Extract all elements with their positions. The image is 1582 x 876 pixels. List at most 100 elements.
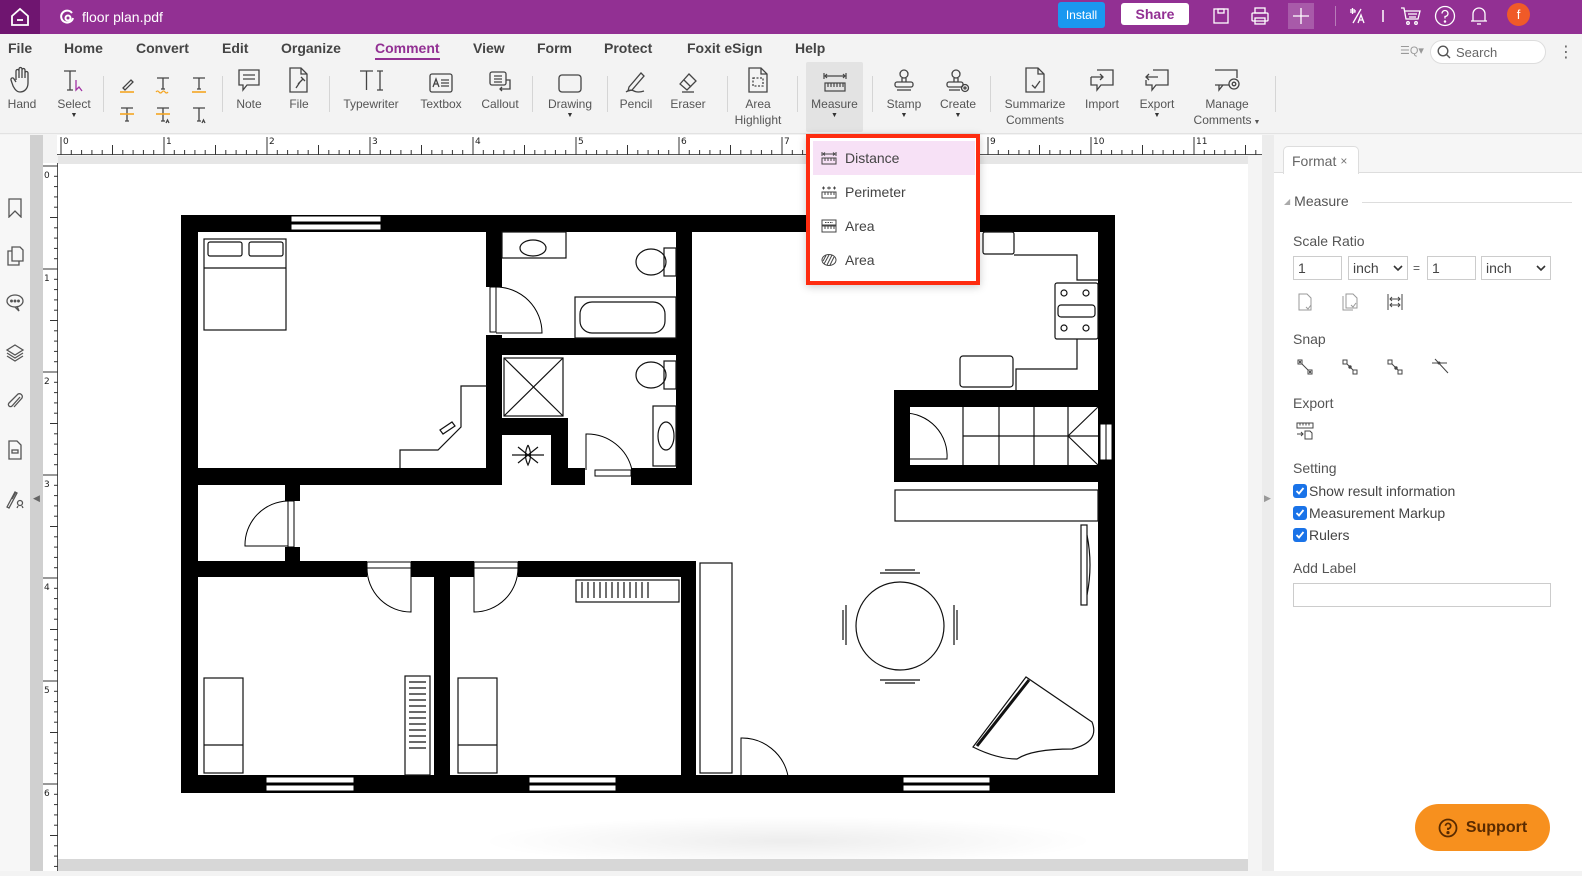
menu-form[interactable]: Form <box>537 40 572 56</box>
add-label-input[interactable] <box>1293 583 1551 607</box>
insert-text-tool[interactable] <box>188 104 210 126</box>
comments-button[interactable] <box>4 292 26 314</box>
layers-button[interactable] <box>4 342 26 364</box>
measure-dropdown-caret[interactable]: ▼ <box>831 112 838 120</box>
apply-to-page-button[interactable] <box>1294 291 1316 313</box>
eraser-tool[interactable]: Eraser <box>668 62 708 132</box>
menu-convert[interactable]: Convert <box>136 40 189 56</box>
attachments-button[interactable] <box>4 390 26 412</box>
document-tab[interactable]: floor plan.pdf <box>58 0 163 34</box>
measure-perimeter-item[interactable]: Perimeter <box>813 175 975 209</box>
measure-distance-item[interactable]: Distance <box>813 141 975 175</box>
show-result-info-checkbox-row[interactable]: Show result information <box>1293 483 1455 499</box>
save-button[interactable] <box>1208 3 1234 29</box>
ribbon-divider <box>872 76 873 112</box>
measure-circle-area-item[interactable]: Area <box>813 243 975 277</box>
collapse-left-icon[interactable]: ◀ <box>33 493 40 504</box>
print-button[interactable] <box>1247 3 1273 29</box>
menu-protect[interactable]: Protect <box>604 40 652 56</box>
file-attachment-tool[interactable]: File <box>284 62 314 132</box>
vertical-scrollbar[interactable] <box>1248 156 1262 871</box>
apply-to-all-pages-button[interactable] <box>1339 291 1361 313</box>
notifications-button[interactable] <box>1466 3 1492 29</box>
cart-button[interactable] <box>1398 3 1424 29</box>
manage-comments-tool[interactable]: Manage Comments ▼ <box>1190 62 1264 132</box>
bookmarks-button[interactable] <box>4 197 26 219</box>
menu-comment[interactable]: Comment <box>375 40 440 60</box>
export-tool[interactable]: Export ▼ <box>1136 62 1178 132</box>
area-highlight-tool[interactable]: Area Highlight <box>732 62 784 132</box>
stamp-dropdown-caret[interactable]: ▼ <box>901 112 908 120</box>
menu-help[interactable]: Help <box>795 40 825 56</box>
menu-file[interactable]: File <box>8 40 32 56</box>
scale-right-unit-select[interactable]: inch <box>1481 256 1551 280</box>
form-fields-button[interactable] <box>4 439 26 461</box>
signatures-button[interactable] <box>4 488 26 510</box>
highlight-tool[interactable] <box>116 74 138 96</box>
strikeout-tool[interactable] <box>116 104 138 126</box>
scale-left-unit-select[interactable]: inch <box>1348 256 1408 280</box>
measurement-markup-checkbox[interactable] <box>1293 506 1307 520</box>
avatar[interactable]: f <box>1507 3 1530 26</box>
close-format-tab-icon[interactable]: × <box>1340 154 1347 168</box>
collapse-triangle-icon: ◢ <box>1284 196 1291 206</box>
textbox-tool[interactable]: Textbox <box>416 62 466 132</box>
scale-left-value-input[interactable]: 1 <box>1293 256 1342 280</box>
scale-right-value-input[interactable]: 1 <box>1427 256 1476 280</box>
menu-home[interactable]: Home <box>64 40 103 56</box>
ruler-label: 1 <box>44 274 50 284</box>
measurement-markup-checkbox-row[interactable]: Measurement Markup <box>1293 505 1445 521</box>
measure-area-item[interactable]: Area <box>813 209 975 243</box>
rulers-checkbox-row[interactable]: Rulers <box>1293 527 1349 543</box>
document-canvas[interactable] <box>58 156 1262 871</box>
select-dropdown-caret[interactable]: ▼ <box>71 112 78 120</box>
callout-tool[interactable]: Callout <box>478 62 522 132</box>
translate-button[interactable] <box>1344 3 1370 29</box>
menu-view[interactable]: View <box>473 40 505 56</box>
collapse-right-icon[interactable]: ▶ <box>1264 493 1271 504</box>
pages-button[interactable] <box>4 245 26 267</box>
create-dropdown-caret[interactable]: ▼ <box>955 112 962 120</box>
horizontal-scrollbar[interactable] <box>58 859 1248 871</box>
menu-foxit-esign[interactable]: Foxit eSign <box>687 40 762 56</box>
replace-text-tool[interactable] <box>152 104 174 126</box>
search-mode-dropdown[interactable]: ☰Q▾ <box>1400 44 1424 57</box>
calibrate-button[interactable] <box>1384 291 1406 313</box>
snap-nearest-button[interactable] <box>1384 356 1406 378</box>
stamp-tool[interactable]: Stamp ▼ <box>884 62 924 132</box>
format-tab[interactable]: Format × <box>1283 146 1359 174</box>
note-tool[interactable]: Note <box>232 62 266 132</box>
export-dropdown-caret[interactable]: ▼ <box>1154 112 1161 120</box>
create-stamp-tool[interactable]: Create ▼ <box>936 62 980 132</box>
snap-intersection-button[interactable] <box>1429 356 1451 378</box>
export-measurements-button[interactable] <box>1294 420 1316 442</box>
summarize-comments-tool[interactable]: Summarize Comments <box>1000 62 1070 132</box>
squiggly-tool[interactable] <box>152 74 174 96</box>
drawing-tool[interactable]: Drawing ▼ <box>544 62 596 132</box>
help-button[interactable] <box>1432 3 1458 29</box>
install-button[interactable]: Install <box>1058 2 1105 28</box>
more-options-icon[interactable]: ⋮ <box>1558 42 1574 62</box>
hand-tool[interactable]: Hand <box>4 62 40 132</box>
menu-organize[interactable]: Organize <box>281 40 341 56</box>
underline-tool[interactable] <box>188 74 210 96</box>
new-tab-button[interactable] <box>1288 3 1314 29</box>
snap-midpoint-button[interactable] <box>1339 356 1361 378</box>
share-button[interactable]: Share <box>1121 3 1189 25</box>
select-tool[interactable]: Select ▼ <box>54 62 94 132</box>
rulers-checkbox[interactable] <box>1293 528 1307 542</box>
snap-endpoint-button[interactable] <box>1294 356 1316 378</box>
import-tool[interactable]: Import <box>1080 62 1124 132</box>
measure-section-header[interactable]: ◢ Measure <box>1284 193 1349 209</box>
measure-tool[interactable]: Measure ▼ <box>806 62 863 132</box>
menu-edit[interactable]: Edit <box>222 40 248 56</box>
pdf-page[interactable] <box>58 164 1248 864</box>
search-input[interactable]: Search <box>1430 40 1546 64</box>
support-button[interactable]: Support <box>1415 804 1550 851</box>
show-result-info-checkbox[interactable] <box>1293 484 1307 498</box>
pencil-tool[interactable]: Pencil <box>616 62 656 132</box>
manage-dropdown-caret[interactable]: ▼ <box>1252 119 1261 126</box>
drawing-dropdown-caret[interactable]: ▼ <box>567 112 574 120</box>
home-button[interactable] <box>0 0 40 34</box>
typewriter-tool[interactable]: Typewriter <box>338 62 404 132</box>
